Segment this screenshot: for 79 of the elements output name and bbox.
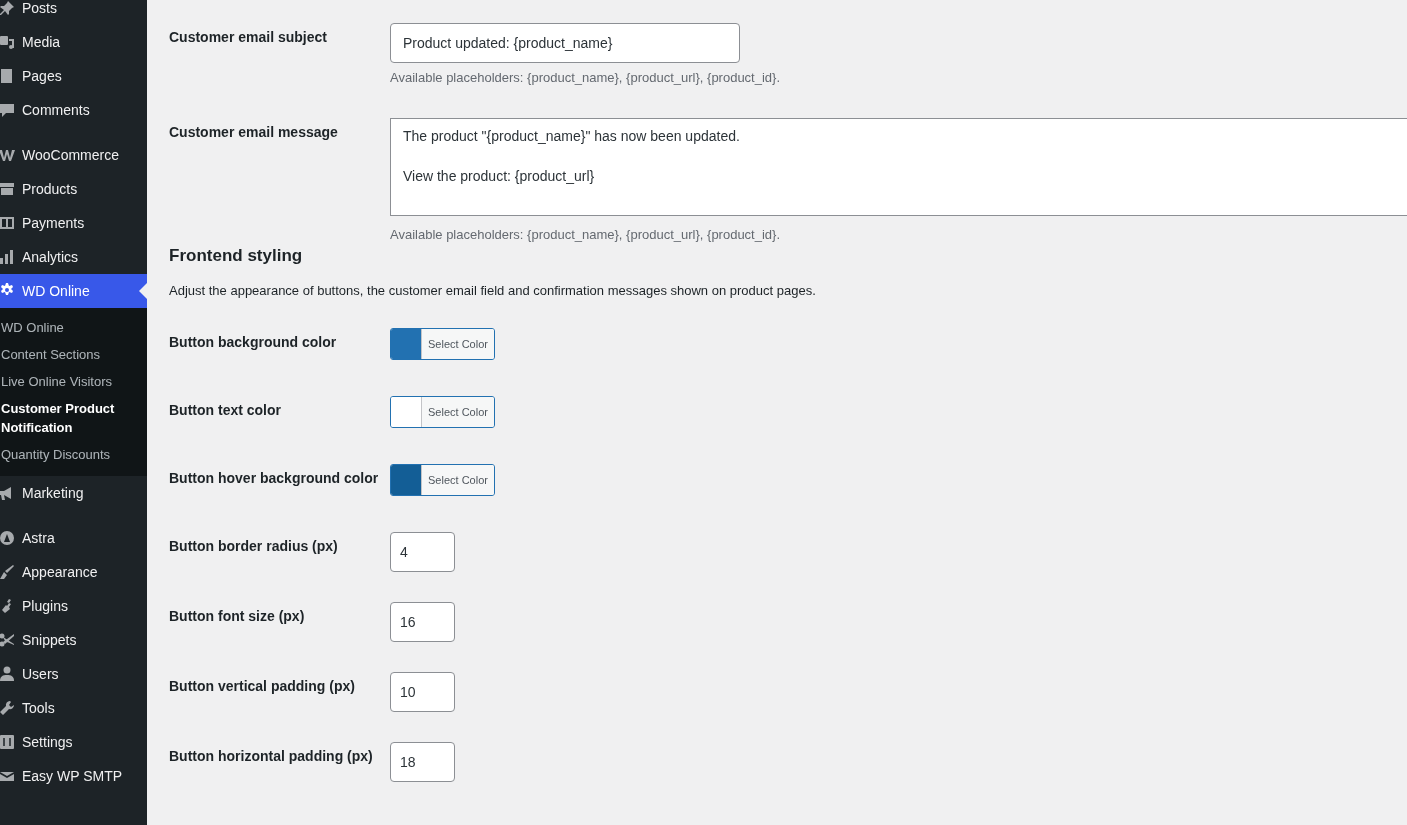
field-label: Button border radius (px) — [169, 537, 339, 556]
submenu-item[interactable]: WD Online — [0, 314, 147, 341]
menu-item[interactable]: Analytics — [0, 240, 147, 274]
field-label: Button hover background color — [169, 469, 380, 488]
menu-label: Analytics — [22, 247, 79, 267]
color-picker[interactable]: Select Color — [390, 464, 495, 496]
menu-pointer — [139, 283, 147, 299]
wrench-icon — [0, 700, 15, 716]
field-label: Button text color — [169, 401, 282, 420]
menu-item[interactable]: Payments — [0, 206, 147, 240]
menu-item[interactable]: WD Online — [0, 274, 147, 308]
menu-label: Tools — [22, 698, 55, 718]
submenu-item[interactable]: Content Sections — [0, 341, 147, 368]
color-picker[interactable]: Select Color — [390, 396, 495, 428]
box-icon — [0, 181, 15, 197]
menu-label: Posts — [22, 0, 57, 18]
menu-label: WD Online — [22, 281, 90, 301]
field-label: Button background color — [169, 333, 338, 352]
menu-item[interactable]: Comments — [0, 93, 147, 127]
menu-item[interactable]: Astra — [0, 521, 147, 555]
brush-icon — [0, 564, 15, 580]
menu-label: Plugins — [22, 596, 68, 616]
page-icon — [0, 68, 15, 84]
number-field[interactable]: 4 — [390, 532, 455, 572]
menu-item[interactable]: Products — [0, 172, 147, 206]
submenu-item[interactable]: Customer Product Notification — [0, 395, 147, 441]
menu-item[interactable]: Posts — [0, 0, 147, 25]
field-label: Button font size (px) — [169, 607, 306, 626]
section-description: Adjust the appearance of buttons, the customer email field and confirmation messages shown on product pages. — [169, 282, 817, 300]
speech-bubble-icon — [0, 102, 15, 118]
menu-label: Marketing — [22, 483, 84, 503]
submenu-item[interactable]: Live Online Visitors — [0, 368, 147, 395]
subject-field[interactable]: Product updated: {product_name} — [390, 23, 740, 63]
menu-item[interactable]: Tools — [0, 691, 147, 725]
message-field[interactable]: The product "{product_name}" has now been updated. View the product: {product_url} — [390, 118, 1407, 216]
menu-item[interactable]: Settings — [0, 725, 147, 759]
field-label: Customer email message — [169, 123, 339, 142]
menu-label: Easy WP SMTP — [22, 766, 123, 786]
menu-label: Appearance — [22, 562, 98, 582]
menu-item[interactable]: Easy WP SMTP — [0, 759, 147, 793]
menu-item[interactable]: Media — [0, 25, 147, 59]
menu-item[interactable]: Appearance — [0, 555, 147, 589]
money-icon — [0, 215, 15, 231]
select-color-button[interactable]: Select Color — [422, 397, 494, 427]
menu-item[interactable]: Pages — [0, 59, 147, 93]
field-label: Customer email subject — [169, 28, 328, 47]
help-text: Available placeholders: {product_name}, {product_url}, {product_id}. — [390, 69, 782, 87]
help-text: Available placeholders: {product_name}, {product_url}, {product_id}. — [390, 226, 782, 244]
color-picker[interactable]: Select Color — [390, 328, 495, 360]
field-label: Button horizontal padding (px) — [169, 747, 374, 766]
bar-chart-icon — [0, 249, 15, 265]
menu-item[interactable]: Snippets — [0, 623, 147, 657]
menu-item[interactable]: WooCommerce — [0, 138, 147, 172]
field-label: Button vertical padding (px) — [169, 677, 356, 696]
menu-label: Users — [22, 664, 59, 684]
pin-icon — [0, 0, 15, 16]
menu-label: Astra — [22, 528, 55, 548]
menu-label: Settings — [22, 732, 73, 752]
menu-label: Payments — [22, 213, 85, 233]
select-color-button[interactable]: Select Color — [422, 465, 494, 495]
menu-label: WooCommerce — [22, 145, 119, 165]
menu-item[interactable]: Users — [0, 657, 147, 691]
menu-label: Products — [22, 179, 78, 199]
zigzag-icon — [0, 147, 15, 163]
media-icon — [0, 34, 15, 50]
submenu-item[interactable]: Quantity Discounts — [0, 441, 147, 468]
menu-label: Snippets — [22, 630, 77, 650]
menu-item[interactable]: Plugins — [0, 589, 147, 623]
person-icon — [0, 666, 15, 682]
menu-label: Comments — [22, 100, 90, 120]
scissors-icon — [0, 632, 15, 648]
select-color-button[interactable]: Select Color — [422, 329, 494, 359]
number-field[interactable]: 16 — [390, 602, 455, 642]
number-field[interactable]: 10 — [390, 672, 455, 712]
menu-label: Pages — [22, 66, 62, 86]
menu-label: Media — [22, 32, 61, 52]
number-field[interactable]: 18 — [390, 742, 455, 782]
section-heading: Frontend styling — [169, 245, 304, 267]
menu-item[interactable]: Marketing — [0, 476, 147, 510]
